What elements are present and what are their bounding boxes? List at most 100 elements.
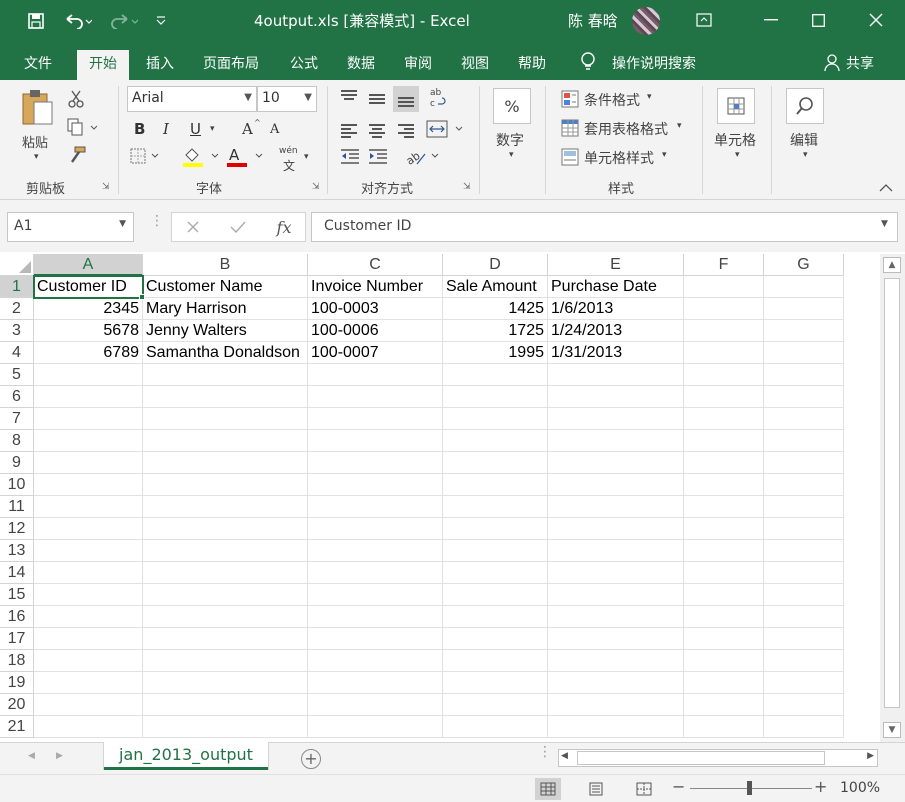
cell-c6[interactable] bbox=[308, 386, 443, 408]
cell-b20[interactable] bbox=[143, 694, 308, 716]
cell-g1[interactable] bbox=[764, 276, 844, 298]
cell-d19[interactable] bbox=[443, 672, 548, 694]
row-header[interactable]: 7 bbox=[0, 408, 34, 430]
dialog-launcher-icon[interactable]: ⇲ bbox=[102, 182, 110, 192]
decrease-indent-icon[interactable] bbox=[340, 148, 360, 170]
cell-c20[interactable] bbox=[308, 694, 443, 716]
scroll-left-icon[interactable]: ◀ bbox=[561, 751, 568, 761]
cell-e19[interactable] bbox=[548, 672, 684, 694]
cell-e5[interactable] bbox=[548, 364, 684, 386]
fill-color-icon[interactable] bbox=[182, 146, 222, 172]
cell-e17[interactable] bbox=[548, 628, 684, 650]
row-header[interactable]: 3 bbox=[0, 320, 34, 342]
middle-align-icon[interactable] bbox=[369, 92, 385, 106]
cell-e13[interactable] bbox=[548, 540, 684, 562]
cell-f17[interactable] bbox=[684, 628, 764, 650]
cell-a12[interactable] bbox=[34, 518, 143, 540]
row-header[interactable]: 16 bbox=[0, 606, 34, 628]
cell-g19[interactable] bbox=[764, 672, 844, 694]
cell-g20[interactable] bbox=[764, 694, 844, 716]
number-format-button[interactable]: 数字 bbox=[496, 130, 524, 150]
ribbon-display-icon[interactable] bbox=[681, 0, 727, 40]
worksheet-grid[interactable]: ABCDEFG 1 Customer ID Customer Name Invoice… bbox=[0, 254, 880, 742]
cell-b14[interactable] bbox=[143, 562, 308, 584]
cell-g15[interactable] bbox=[764, 584, 844, 606]
save-icon[interactable] bbox=[22, 8, 50, 34]
cell-b17[interactable] bbox=[143, 628, 308, 650]
cell-e15[interactable] bbox=[548, 584, 684, 606]
row-header[interactable]: 19 bbox=[0, 672, 34, 694]
cell-g14[interactable] bbox=[764, 562, 844, 584]
cell-f4[interactable] bbox=[684, 342, 764, 364]
row-header[interactable]: 12 bbox=[0, 518, 34, 540]
cell-d3[interactable]: 1725 bbox=[443, 320, 548, 342]
cell-f15[interactable] bbox=[684, 584, 764, 606]
user-name[interactable]: 陈 春晗 bbox=[568, 10, 618, 31]
scroll-down-icon[interactable]: ▼ bbox=[883, 722, 901, 738]
tab-review[interactable]: 审阅 bbox=[392, 50, 444, 80]
cell-styles-button[interactable]: 单元格样式 bbox=[584, 148, 654, 168]
bottom-align-icon[interactable] bbox=[393, 86, 419, 112]
cell-b18[interactable] bbox=[143, 650, 308, 672]
row-header[interactable]: 18 bbox=[0, 650, 34, 672]
cell-e14[interactable] bbox=[548, 562, 684, 584]
cell-b1[interactable]: Customer Name bbox=[143, 276, 308, 298]
row-header[interactable]: 5 bbox=[0, 364, 34, 386]
cell-a2[interactable]: 2345 bbox=[34, 298, 143, 320]
cell-e7[interactable] bbox=[548, 408, 684, 430]
cell-e18[interactable] bbox=[548, 650, 684, 672]
cell-e3[interactable]: 1/24/2013 bbox=[548, 320, 684, 342]
cell-d15[interactable] bbox=[443, 584, 548, 606]
cell-a6[interactable] bbox=[34, 386, 143, 408]
phonetic-guide-button[interactable]: wén bbox=[279, 146, 298, 156]
row-header[interactable]: 13 bbox=[0, 540, 34, 562]
cancel-icon[interactable] bbox=[176, 212, 210, 242]
cell-g8[interactable] bbox=[764, 430, 844, 452]
cell-c7[interactable] bbox=[308, 408, 443, 430]
underline-dropdown-icon[interactable]: ▾ bbox=[210, 124, 215, 134]
cell-b21[interactable] bbox=[143, 716, 308, 738]
collapse-ribbon-icon[interactable] bbox=[879, 182, 893, 197]
normal-view-icon[interactable] bbox=[535, 778, 561, 800]
cell-e1[interactable]: Purchase Date bbox=[548, 276, 684, 298]
number-format-icon[interactable]: % bbox=[493, 88, 531, 124]
cell-a18[interactable] bbox=[34, 650, 143, 672]
add-sheet-icon[interactable]: + bbox=[301, 749, 321, 769]
row-header[interactable]: 15 bbox=[0, 584, 34, 606]
cell-g11[interactable] bbox=[764, 496, 844, 518]
paste-icon[interactable] bbox=[20, 88, 54, 132]
cell-c19[interactable] bbox=[308, 672, 443, 694]
cell-d14[interactable] bbox=[443, 562, 548, 584]
cut-icon[interactable] bbox=[67, 90, 85, 112]
align-right-icon[interactable] bbox=[398, 122, 414, 140]
cell-g16[interactable] bbox=[764, 606, 844, 628]
top-align-icon[interactable] bbox=[341, 88, 357, 102]
row-header[interactable]: 21 bbox=[0, 716, 34, 738]
cell-c9[interactable] bbox=[308, 452, 443, 474]
cell-c16[interactable] bbox=[308, 606, 443, 628]
cell-e12[interactable] bbox=[548, 518, 684, 540]
cell-a11[interactable] bbox=[34, 496, 143, 518]
format-as-table-button[interactable]: 套用表格格式 bbox=[584, 119, 668, 139]
border-icon[interactable] bbox=[130, 148, 160, 168]
cell-f9[interactable] bbox=[684, 452, 764, 474]
tab-view[interactable]: 视图 bbox=[449, 50, 501, 80]
tab-formulas[interactable]: 公式 bbox=[278, 50, 330, 80]
tab-data[interactable]: 数据 bbox=[335, 50, 387, 80]
cell-e2[interactable]: 1/6/2013 bbox=[548, 298, 684, 320]
cell-c11[interactable] bbox=[308, 496, 443, 518]
cell-e4[interactable]: 1/31/2013 bbox=[548, 342, 684, 364]
cell-g13[interactable] bbox=[764, 540, 844, 562]
chevron-down-icon[interactable]: ▾ bbox=[647, 92, 652, 102]
redo-icon[interactable] bbox=[106, 8, 142, 34]
formula-input[interactable]: Customer ID bbox=[311, 212, 898, 242]
column-header-c[interactable]: C bbox=[308, 254, 443, 276]
zoom-in-icon[interactable]: + bbox=[814, 777, 827, 796]
page-break-view-icon[interactable] bbox=[631, 778, 657, 800]
bold-button[interactable]: B bbox=[134, 120, 145, 138]
column-header-g[interactable]: G bbox=[764, 254, 844, 276]
cell-a10[interactable] bbox=[34, 474, 143, 496]
cell-a8[interactable] bbox=[34, 430, 143, 452]
increase-indent-icon[interactable] bbox=[368, 148, 388, 170]
row-header[interactable]: 6 bbox=[0, 386, 34, 408]
